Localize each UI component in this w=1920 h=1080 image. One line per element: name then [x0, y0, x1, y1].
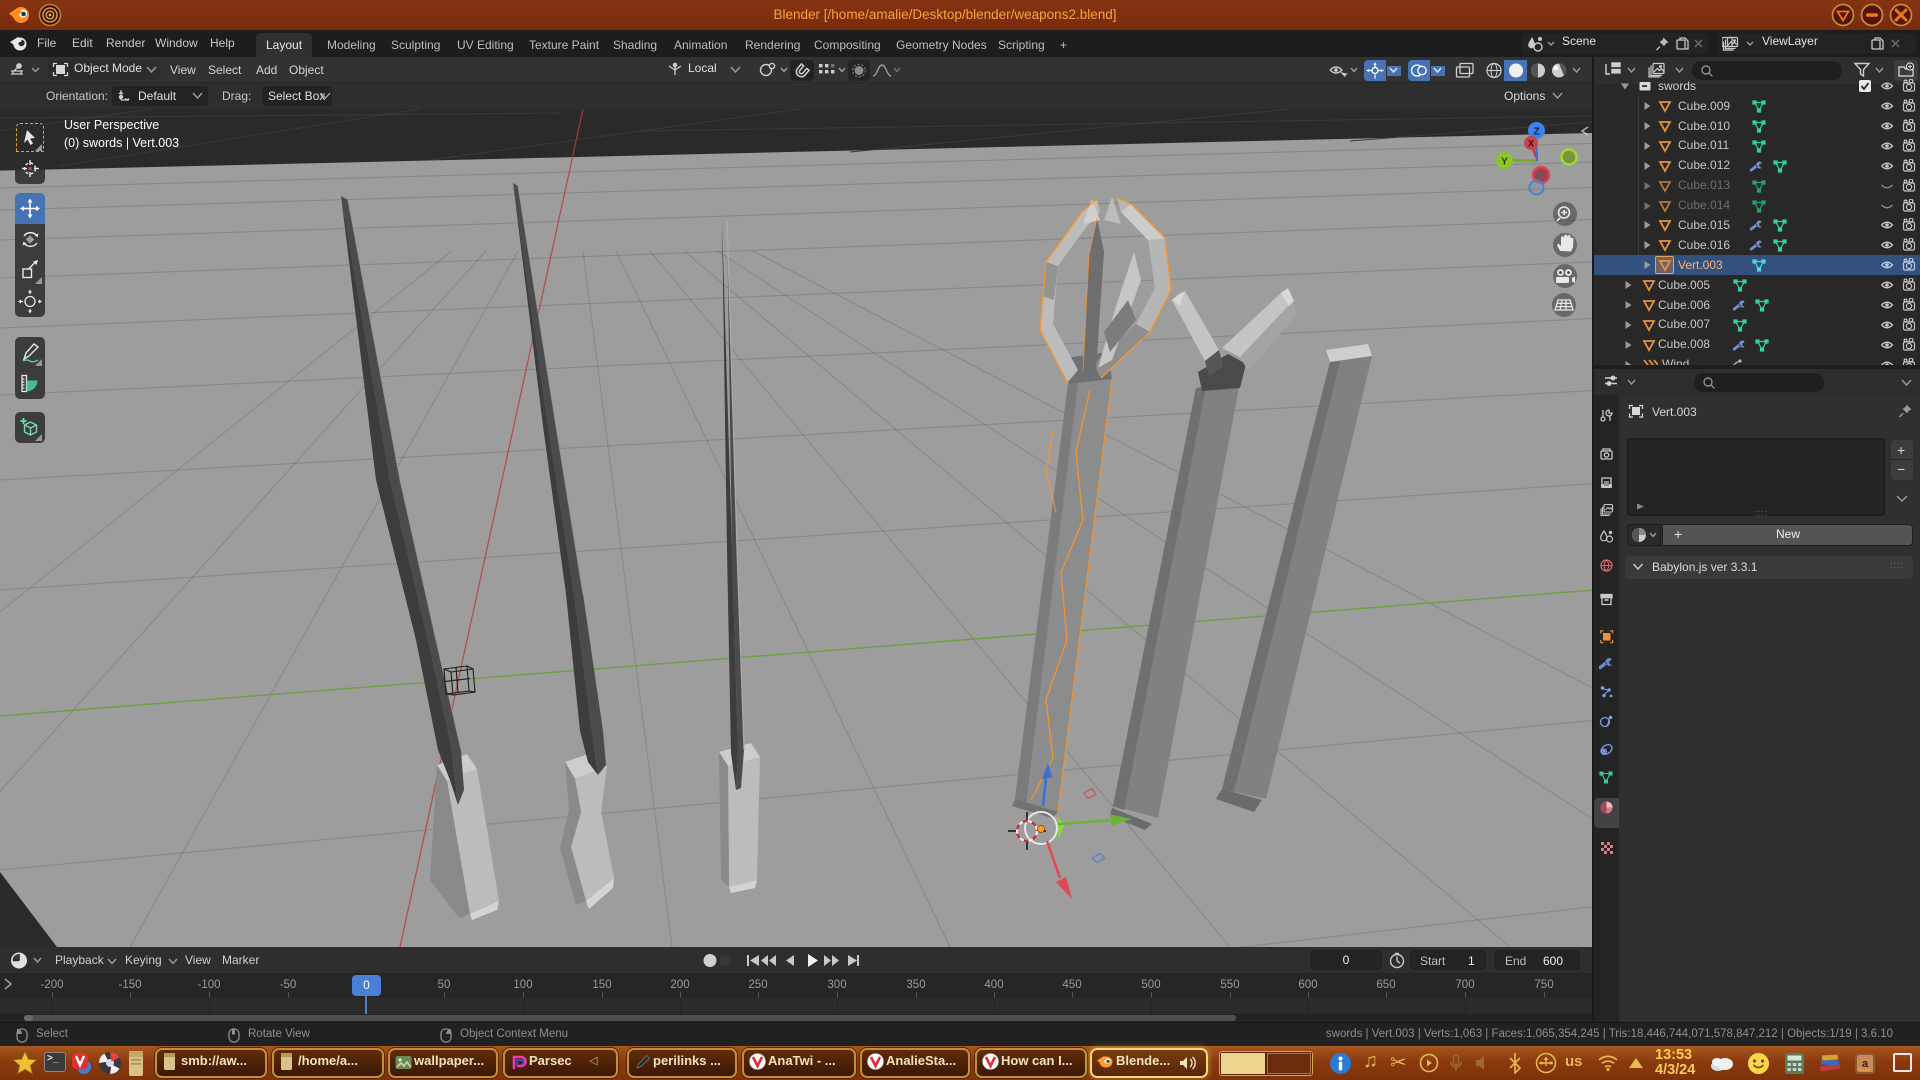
svg-text:a: a [1862, 1058, 1869, 1070]
svg-text:User Perspective: User Perspective [64, 118, 159, 132]
svg-text:Y: Y [1501, 157, 1508, 168]
svg-text:Z: Z [1533, 127, 1539, 138]
svg-text:(0) swords | Vert.003: (0) swords | Vert.003 [64, 136, 179, 150]
svg-text:X: X [1528, 139, 1534, 149]
